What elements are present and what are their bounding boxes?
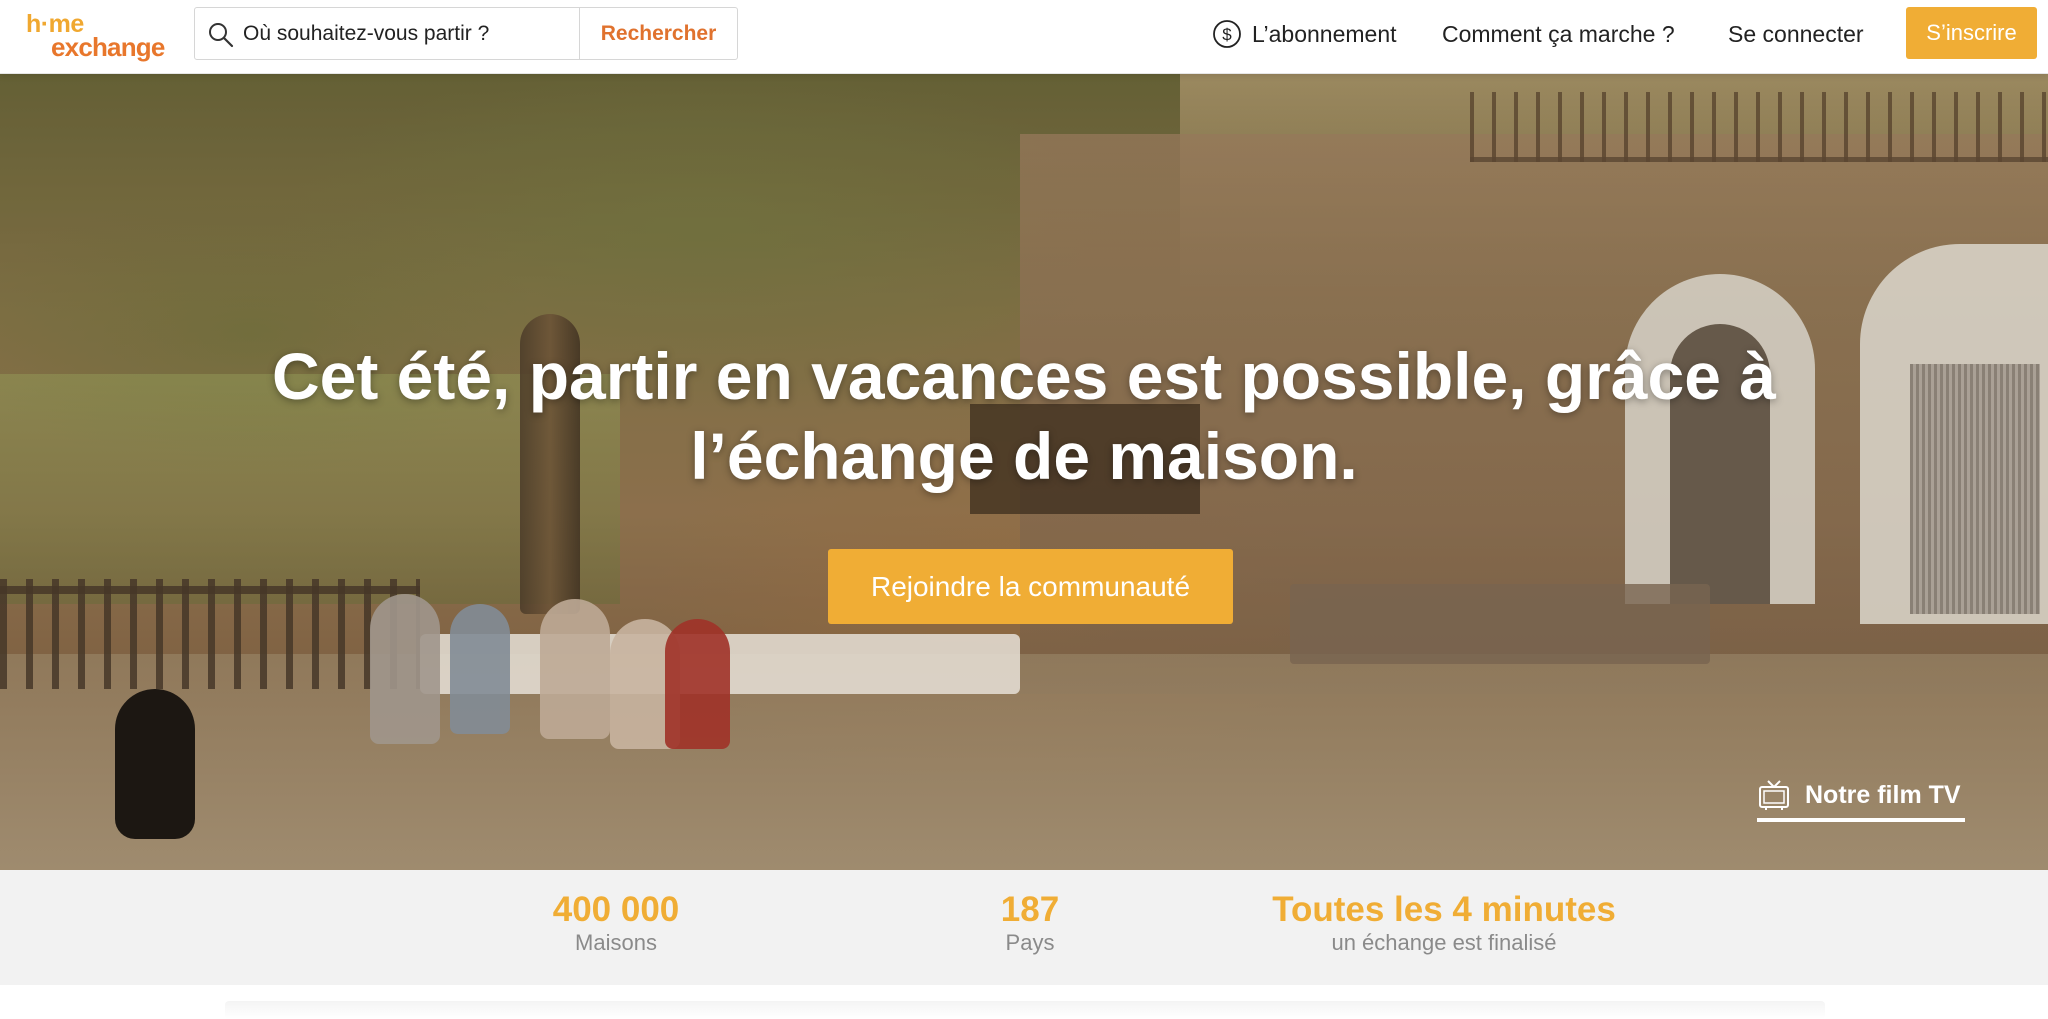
stat-label: Maisons [575, 930, 657, 955]
signup-button[interactable]: S’inscrire [1906, 7, 2037, 59]
search-button[interactable]: Rechercher [580, 8, 737, 59]
diner [540, 599, 610, 739]
next-section-edge [0, 985, 2048, 1019]
logo-line-2: exchange [51, 32, 165, 62]
top-header: h·me exchange Rechercher $ L’abonnement … [0, 0, 2048, 74]
tv-film-label: Notre film TV [1805, 780, 1961, 809]
join-community-button[interactable]: Rejoindre la communauté [828, 549, 1233, 624]
dog [115, 689, 195, 839]
homeexchange-logo[interactable]: h·me exchange [26, 12, 166, 62]
stat-countries: 187 Pays [930, 890, 1130, 956]
nav-login[interactable]: Se connecter [1728, 14, 1864, 54]
nav-how-it-works[interactable]: Comment ça marche ? [1442, 14, 1675, 54]
stat-value: 187 [1000, 890, 1060, 929]
stat-value: 400 000 [552, 890, 680, 929]
stat-value: Toutes les 4 minutes [1272, 890, 1616, 929]
stat-exchange-frequency: Toutes les 4 minutes un échange est fina… [1244, 890, 1644, 956]
diner [450, 604, 510, 734]
destination-input[interactable] [243, 14, 563, 54]
hero-banner: Cet été, partir en vacances est possible… [0, 74, 2048, 870]
hero-title: Cet été, partir en vacances est possible… [271, 339, 1777, 493]
stat-label: Pays [1005, 930, 1055, 955]
stats-bar: 400 000 Maisons 187 Pays Toutes les 4 mi… [0, 870, 2048, 985]
nav-subscription[interactable]: $ L’abonnement [1212, 14, 1397, 54]
search-icon [209, 23, 234, 48]
stat-label: un échange est finalisé [1331, 930, 1557, 955]
wooden-fence [0, 579, 420, 689]
arched-doorway [1860, 244, 2048, 624]
tv-film-link[interactable]: Notre film TV [1757, 772, 1965, 822]
stat-homes: 400 000 Maisons [516, 890, 716, 956]
dollar-circle-icon: $ [1213, 20, 1241, 48]
diner [665, 619, 730, 749]
nav-subscription-label: L’abonnement [1252, 20, 1397, 47]
diner [370, 594, 440, 744]
destination-search: Rechercher [194, 7, 738, 60]
svg-text:$: $ [1222, 25, 1232, 44]
tv-icon [1759, 780, 1789, 810]
